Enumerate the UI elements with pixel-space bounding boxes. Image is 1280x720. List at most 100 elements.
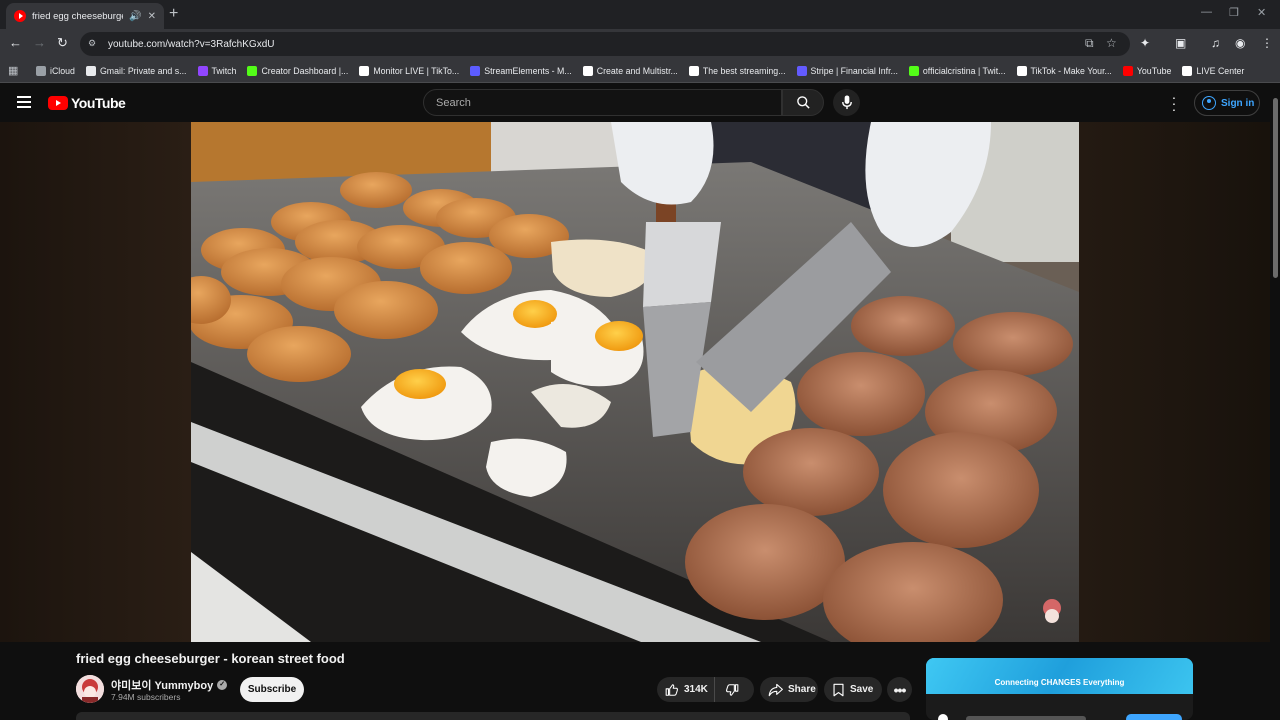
account-icon <box>1202 96 1216 110</box>
bookmark-item[interactable]: Creator Dashboard |... <box>247 65 349 76</box>
video-title: fried egg cheeseburger - korean street f… <box>76 651 345 666</box>
bookmark-label: Monitor LIVE | TikTo... <box>373 65 460 76</box>
profile-icon[interactable]: ◉ <box>1235 36 1245 50</box>
new-tab-icon[interactable]: + <box>169 5 178 23</box>
channel-avatar-image <box>76 675 104 703</box>
bookmark-label: Creator Dashboard |... <box>261 65 349 76</box>
youtube-play-logo-icon <box>48 96 68 110</box>
subscribe-button[interactable]: Subscribe <box>240 677 304 702</box>
bookmark-favicon-icon <box>796 65 807 76</box>
verified-check-icon: ✓ <box>217 680 228 690</box>
install-app-icon[interactable]: ⧉ <box>1085 36 1094 51</box>
video-frame-image <box>191 122 1079 642</box>
bookmark-favicon-icon <box>688 65 699 76</box>
bookmark-label: Create and Multistr... <box>596 65 678 76</box>
channel-name-row[interactable]: 야미보이 Yummyboy ✓ <box>111 677 228 693</box>
bookmark-item[interactable]: Twitch <box>197 65 237 76</box>
tab-title: fried egg cheeseburger - k <box>32 10 123 22</box>
channel-avatar[interactable] <box>76 675 104 703</box>
sign-in-button[interactable]: Sign in <box>1194 90 1260 116</box>
bookmark-item[interactable]: Gmail: Private and s... <box>85 65 187 76</box>
forward-icon[interactable]: → <box>33 35 46 50</box>
sponsored-ad-card[interactable]: Connecting CHANGES Everything <box>926 658 1193 720</box>
close-tab-icon[interactable]: ✕ <box>148 11 156 22</box>
extensions-icon[interactable]: ✦ <box>1140 36 1150 50</box>
bookmark-favicon-icon <box>359 65 370 76</box>
like-count: 314K <box>684 684 708 695</box>
like-button[interactable]: 314K <box>657 677 715 702</box>
bookmark-item[interactable]: TikTok - Make Your... <box>1016 65 1112 76</box>
bookmark-label: iCloud <box>50 65 75 76</box>
site-info-icon[interactable]: ⚙ <box>88 38 100 50</box>
youtube-logo[interactable]: YouTube <box>48 95 126 111</box>
microphone-icon <box>841 95 852 110</box>
side-panel-icon[interactable]: ▣ <box>1175 36 1186 50</box>
media-controls-icon[interactable]: ♫ <box>1211 36 1220 50</box>
bookmark-favicon-icon <box>36 65 46 76</box>
page-scrollbar[interactable] <box>1271 84 1280 720</box>
share-label: Share <box>788 684 816 695</box>
bookmark-item[interactable]: YouTube <box>1122 65 1172 76</box>
browser-toolbar: ← → ↻ ⚙ youtube.com/watch?v=3RafchKGxdU … <box>0 29 1280 59</box>
share-arrow-icon <box>768 683 783 696</box>
bookmark-label: Twitch <box>211 65 237 76</box>
reload-icon[interactable]: ↻ <box>57 35 68 51</box>
subscriber-count: 7.94M subscribers <box>111 692 181 702</box>
back-icon[interactable]: ← <box>9 35 22 50</box>
ad-title-placeholder <box>966 716 1086 720</box>
settings-more-icon[interactable]: · · · <box>1168 90 1180 116</box>
address-bar[interactable]: ⚙ youtube.com/watch?v=3RafchKGxdU <box>80 32 1130 56</box>
bookmark-favicon-icon <box>470 65 481 76</box>
ad-banner-text: Connecting CHANGES Everything <box>994 678 1125 687</box>
bookmark-favicon-icon <box>85 65 96 76</box>
save-button[interactable]: Save <box>824 677 882 702</box>
dislike-button[interactable] <box>715 677 754 702</box>
bookmark-label: StreamElements - M... <box>484 65 572 76</box>
bookmark-item[interactable]: The best streaming... <box>688 65 786 76</box>
search-input[interactable]: Search <box>423 89 782 116</box>
bookmark-item[interactable]: LIVE Center <box>1182 65 1245 76</box>
bookmark-favicon-icon <box>1016 65 1027 76</box>
browser-tab-bar: fried egg cheeseburger - k 🔊 ✕ + — ❐ ✕ <box>0 0 1280 29</box>
bookmark-favicon-icon <box>247 65 258 76</box>
browser-tab[interactable]: fried egg cheeseburger - k 🔊 ✕ <box>6 3 164 29</box>
youtube-wordmark: YouTube <box>71 95 126 111</box>
bookmark-item[interactable]: iCloud <box>36 65 75 76</box>
youtube-favicon-icon <box>14 10 26 22</box>
bookmark-label: YouTube <box>1136 65 1172 76</box>
thumbs-down-icon <box>726 683 739 696</box>
video-player[interactable] <box>191 122 1079 642</box>
menu-hamburger-icon[interactable] <box>17 96 31 108</box>
bookmark-label: TikTok - Make Your... <box>1030 65 1112 76</box>
bookmark-item[interactable]: Monitor LIVE | TikTo... <box>359 65 460 76</box>
ad-banner-image <box>926 658 1193 694</box>
share-button[interactable]: Share <box>760 677 818 702</box>
search-button[interactable] <box>782 89 824 116</box>
bookmark-item[interactable]: StreamElements - M... <box>470 65 572 76</box>
minimize-icon[interactable]: — <box>1201 6 1212 18</box>
apps-grid-icon[interactable]: ▦ <box>8 65 20 77</box>
youtube-header: YouTube Search · · · Sign in <box>0 84 1280 122</box>
voice-search-button[interactable] <box>833 89 860 116</box>
close-window-icon[interactable]: ✕ <box>1257 6 1266 19</box>
bookmark-favicon-icon <box>1122 65 1133 76</box>
bookmark-item[interactable]: officialcristina | Twit... <box>908 65 1006 76</box>
ad-cta-button[interactable] <box>1126 714 1182 720</box>
bookmark-label: LIVE Center <box>1196 65 1245 76</box>
bookmark-star-icon[interactable]: ☆ <box>1106 36 1117 50</box>
description-box[interactable] <box>76 712 910 720</box>
bookmark-favicon-icon <box>908 65 919 76</box>
bookmark-item[interactable]: Stripe | Financial Infr... <box>796 65 898 76</box>
bookmark-favicon-icon <box>197 65 208 76</box>
more-actions-button[interactable]: ••• <box>887 677 912 702</box>
search-icon <box>796 96 810 109</box>
bookmark-save-icon <box>833 683 844 696</box>
maximize-icon[interactable]: ❐ <box>1229 6 1239 19</box>
bookmark-label: The best streaming... <box>702 65 786 76</box>
sign-in-label: Sign in <box>1221 97 1255 109</box>
bookmark-item[interactable]: Create and Multistr... <box>582 65 678 76</box>
browser-menu-icon[interactable]: ⋮ <box>1261 36 1273 50</box>
audio-playing-icon[interactable]: 🔊 <box>129 11 141 22</box>
scrollbar-thumb[interactable] <box>1273 98 1278 278</box>
channel-name[interactable]: 야미보이 Yummyboy <box>111 677 213 693</box>
